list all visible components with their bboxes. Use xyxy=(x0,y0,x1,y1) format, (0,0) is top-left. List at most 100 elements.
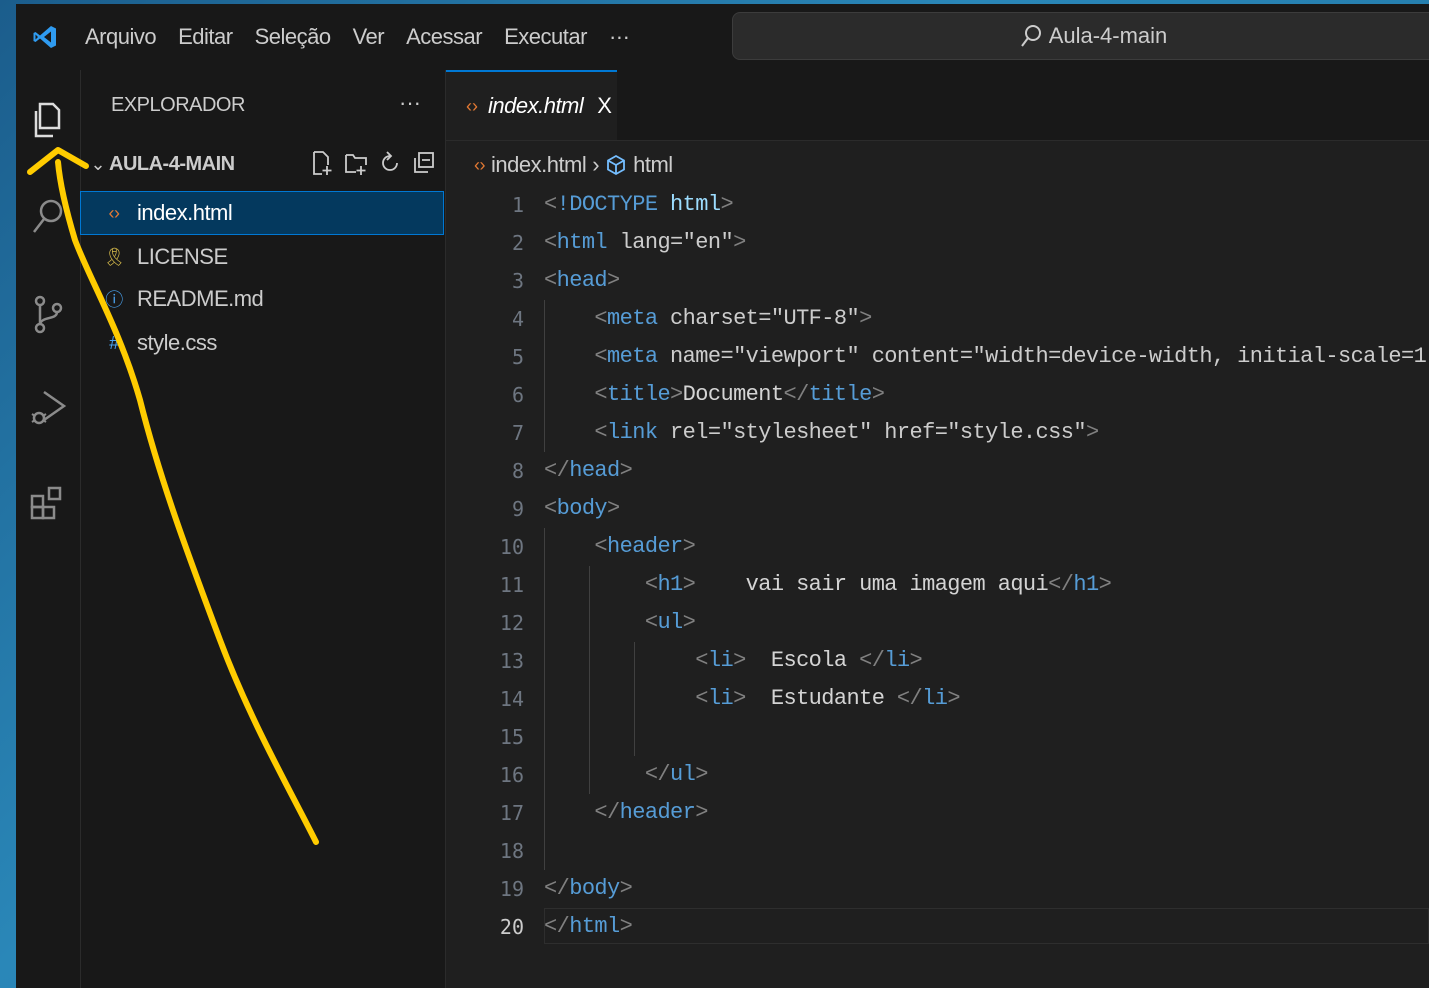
code-text: <link rel="stylesheet" href="style.css"> xyxy=(594,420,1099,445)
line-number: 16 xyxy=(499,763,524,787)
folder-name: AULA-4-MAIN xyxy=(109,152,235,175)
vscode-logo-icon xyxy=(16,4,74,70)
code-line[interactable]: 7 <link rel="stylesheet" href="style.css… xyxy=(446,414,1429,452)
run-debug-icon[interactable] xyxy=(26,386,70,430)
code-text: <li> Estudante </li> xyxy=(695,686,960,711)
code-text: <meta charset="UTF-8"> xyxy=(594,306,872,331)
code-text: </html> xyxy=(544,914,633,939)
collapse-all-icon[interactable] xyxy=(412,150,436,176)
code-line[interactable]: 3 <head> xyxy=(446,262,1429,300)
line-number: 14 xyxy=(499,687,524,711)
editor-pane: ‹› index.html X ‹› index.html › html 1 <!… xyxy=(446,70,1429,988)
code-line[interactable]: 16 </ul> xyxy=(446,756,1429,794)
menu-executar[interactable]: Executar xyxy=(493,17,598,57)
breadcrumb: ‹› index.html › html xyxy=(474,148,673,182)
file-label: README.md xyxy=(137,286,264,311)
code-line[interactable]: 6 <title>Document</title> xyxy=(446,376,1429,414)
code-line[interactable]: 1 <!DOCTYPE html> xyxy=(446,186,1429,224)
line-number: 12 xyxy=(499,611,524,635)
tab-label: index.html xyxy=(488,93,584,118)
search-icon xyxy=(1020,25,1041,47)
tab-index-html[interactable]: ‹› index.html X xyxy=(446,70,617,140)
file-label: style.css xyxy=(137,330,217,355)
code-line[interactable]: 18 xyxy=(446,832,1429,870)
code-line[interactable]: 14 <li> Estudante </li> xyxy=(446,680,1429,718)
source-control-icon[interactable] xyxy=(26,292,70,336)
code-line[interactable]: 17 </header> xyxy=(446,794,1429,832)
editor-tabs: ‹› index.html X xyxy=(446,70,1429,141)
menu-more[interactable]: ··· xyxy=(598,17,640,57)
code-line[interactable]: 4 <meta charset="UTF-8"> xyxy=(446,300,1429,338)
code-line[interactable]: 2 <html lang="en"> xyxy=(446,224,1429,262)
code-text: <li> Escola </li> xyxy=(695,648,923,673)
code-line[interactable]: 20 </html> xyxy=(446,908,1429,946)
code-text: </body> xyxy=(544,876,633,901)
vscode-window: Arquivo Editar Seleção Ver Acessar Execu… xyxy=(16,4,1429,988)
new-folder-icon[interactable] xyxy=(344,150,368,176)
file-item-license[interactable]: 🎗 LICENSE xyxy=(81,236,443,278)
menu-acessar[interactable]: Acessar xyxy=(395,17,493,57)
explorer-title: EXPLORADOR xyxy=(111,94,245,116)
code-text: <ul> xyxy=(644,610,696,635)
indent-guide xyxy=(544,300,545,452)
license-file-icon: 🎗 xyxy=(103,246,126,267)
file-item-readme[interactable]: ⓘ README.md xyxy=(81,278,443,320)
breadcrumb-file[interactable]: index.html xyxy=(491,152,587,178)
refresh-icon[interactable] xyxy=(378,150,402,176)
new-file-icon[interactable] xyxy=(310,150,334,176)
title-bar: Arquivo Editar Seleção Ver Acessar Execu… xyxy=(16,4,1429,70)
indent-guide xyxy=(544,528,545,870)
close-icon[interactable]: X xyxy=(597,93,612,119)
code-line[interactable]: 8 </head> xyxy=(446,452,1429,490)
command-center-search[interactable]: Aula-4-main xyxy=(732,12,1429,60)
folder-header[interactable]: ⌄ AULA-4-MAIN xyxy=(87,146,442,182)
menu-editar[interactable]: Editar xyxy=(167,17,243,57)
breadcrumb-symbol[interactable]: html xyxy=(633,152,673,178)
menu-selecao[interactable]: Seleção xyxy=(244,17,342,57)
code-line[interactable]: 5 <meta name="viewport" content="width=d… xyxy=(446,338,1429,376)
search-icon[interactable] xyxy=(26,194,70,238)
symbol-element-icon xyxy=(607,154,626,176)
file-item-index-html[interactable]: ‹› index.html xyxy=(80,191,444,235)
code-line[interactable]: 12 <ul> xyxy=(446,604,1429,642)
file-label: LICENSE xyxy=(137,244,228,269)
code-text: </header> xyxy=(594,800,708,825)
code-text: <header> xyxy=(594,534,696,559)
code-line[interactable]: 9 <body> xyxy=(446,490,1429,528)
line-number: 3 xyxy=(511,269,524,293)
line-number: 18 xyxy=(499,839,524,863)
line-number: 2 xyxy=(511,231,524,255)
code-line[interactable]: 13 <li> Escola </li> xyxy=(446,642,1429,680)
line-number: 11 xyxy=(499,573,524,597)
line-number: 15 xyxy=(499,725,524,749)
css-file-icon: # xyxy=(109,332,119,353)
file-item-style-css[interactable]: # style.css xyxy=(81,322,443,364)
code-text: <h1> vai sair uma imagem aqui</h1> xyxy=(644,572,1112,597)
chevron-right-icon: › xyxy=(592,152,600,177)
extensions-icon[interactable] xyxy=(26,482,70,526)
explorer-files-icon[interactable] xyxy=(26,98,70,142)
explorer-more-button[interactable]: ··· xyxy=(399,90,421,116)
line-number: 6 xyxy=(511,383,524,407)
indent-guide xyxy=(634,642,635,756)
html-file-icon: ‹› xyxy=(466,95,478,116)
line-number: 4 xyxy=(511,307,524,331)
html-file-icon: ‹› xyxy=(474,154,486,175)
menu-bar: Arquivo Editar Seleção Ver Acessar Execu… xyxy=(74,17,640,57)
chevron-down-icon: ⌄ xyxy=(90,153,106,174)
menu-arquivo[interactable]: Arquivo xyxy=(74,17,167,57)
menu-ver[interactable]: Ver xyxy=(342,17,396,57)
html-file-icon: ‹› xyxy=(108,202,121,223)
line-number: 9 xyxy=(511,497,524,521)
code-line[interactable]: 19 </body> xyxy=(446,870,1429,908)
code-line[interactable]: 11 <h1> vai sair uma imagem aqui</h1> xyxy=(446,566,1429,604)
activity-bar xyxy=(16,70,81,988)
line-number: 5 xyxy=(511,345,524,369)
code-text: <meta name="viewport" content="width=dev… xyxy=(594,344,1429,369)
code-line[interactable]: 15 xyxy=(446,718,1429,756)
line-number: 10 xyxy=(499,535,524,559)
code-line[interactable]: 10 <header> xyxy=(446,528,1429,566)
code-text: <!DOCTYPE html> xyxy=(544,192,734,217)
code-text: <title>Document</title> xyxy=(594,382,885,407)
code-text: </ul> xyxy=(644,762,709,787)
